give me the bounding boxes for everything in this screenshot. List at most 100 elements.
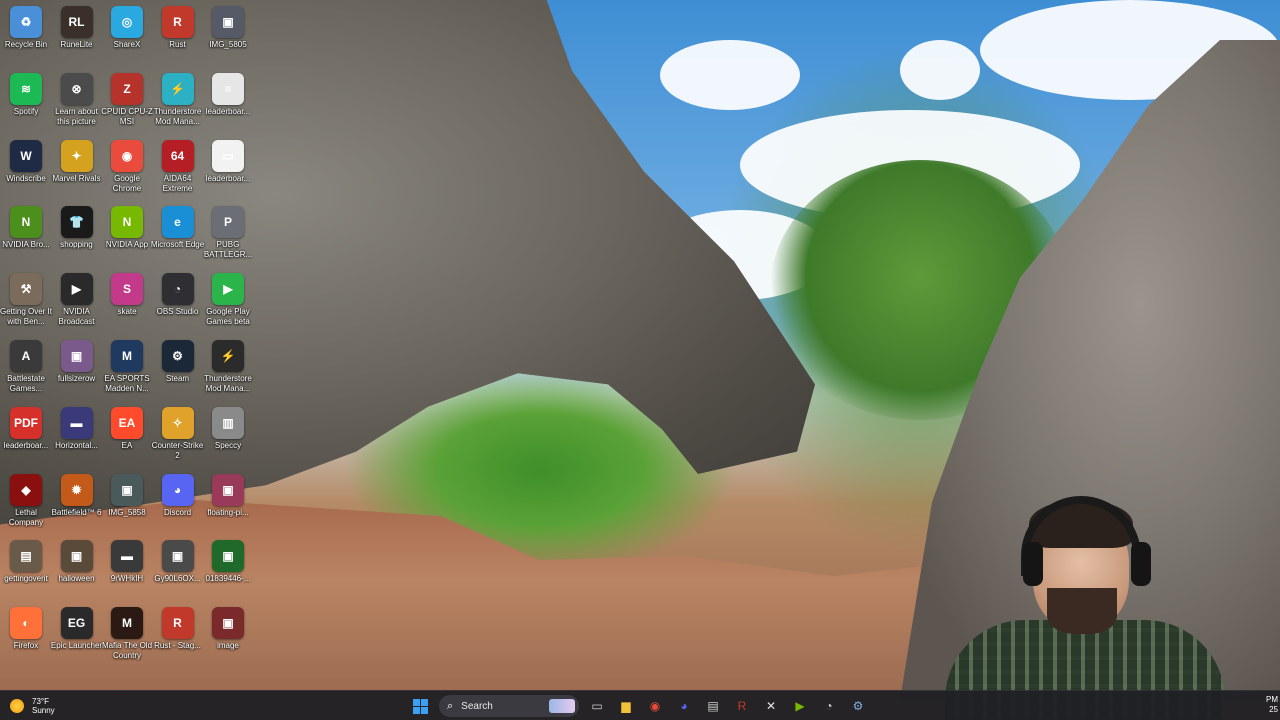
runelite-icon: RL [60, 6, 93, 38]
desktop-icon[interactable]: ▥ Speccy [202, 403, 254, 467]
desktop-icon[interactable]: RL RuneLite [51, 2, 103, 66]
document-icon: ≡ [212, 72, 244, 105]
desktop-icon-label: Discord [163, 507, 192, 517]
desktop-icon[interactable]: ⚡ Thunderstore Mod Mana... [202, 336, 254, 400]
search-input[interactable]: ⌕ Search [439, 695, 579, 717]
desktop-icon[interactable]: ▬ Horizontal... [51, 403, 103, 467]
desktop-icon[interactable]: ▬ 9rWHkIH [101, 536, 153, 600]
image-file-icon: ▣ [161, 540, 194, 573]
system-clock[interactable]: PM 25 [1266, 695, 1278, 715]
desktop-icon-label: leaderboar... [205, 106, 251, 116]
desktop-icon[interactable]: ♻ Recycle Bin [0, 2, 52, 66]
desktop-icon-label: Learn about this picture [55, 106, 98, 126]
discord-icon: ◕ [680, 699, 688, 713]
desktop-icon[interactable]: ◕ Discord [152, 470, 204, 534]
desktop-icon[interactable]: ◔ OBS Studio [152, 269, 204, 333]
desktop-icon[interactable]: ▣ floating-pi... [202, 470, 254, 534]
aida64-icon: 64 [161, 139, 194, 172]
cpuz-icon: Z [111, 72, 143, 105]
desktop-icon[interactable]: EA EA [101, 403, 153, 467]
desktop-icon[interactable]: 👕 shopping [51, 202, 103, 266]
desktop-icon[interactable]: ▣ fullsizerow [51, 336, 103, 400]
desktop-icon[interactable]: ▤ gettingoverit [0, 536, 52, 600]
folder-icon: ▤ [10, 540, 42, 573]
desktop-icon[interactable]: R Rust - Stag... [152, 603, 204, 667]
desktop-icon[interactable]: ▣ IMG_5805 [202, 2, 254, 66]
desktop-icon[interactable]: M Mafia The Old Country [101, 603, 153, 667]
desktop-icon[interactable]: N NVIDIA App [101, 202, 153, 266]
desktop-icon[interactable]: ▣ IMG_5858 [101, 470, 153, 534]
desktop-icon[interactable]: ⚒ Getting Over It with Ben... [0, 269, 52, 333]
desktop-icon[interactable]: ▭ leaderboar... [202, 136, 254, 200]
desktop-icon[interactable]: R Rust [152, 2, 204, 66]
desktop-icon-label: Spotify [13, 106, 39, 116]
desktop-icon[interactable]: N NVIDIA Bro... [0, 202, 52, 266]
taskbar-app-button[interactable]: ▆ [614, 694, 638, 718]
search-placeholder: Search [461, 700, 493, 712]
desktop-icon[interactable]: ⚙ Steam [152, 336, 204, 400]
desktop-icon[interactable]: ▶ Google Play Games beta [202, 269, 254, 333]
desktop-icon[interactable]: ⊗ Learn about this picture [51, 69, 103, 133]
document-icon: ▭ [212, 139, 244, 172]
desktop-icon[interactable]: Sskate [101, 269, 153, 333]
desktop-icon-label: AIDA64 Extreme [162, 173, 193, 193]
desktop-icon[interactable]: ▣ 01839446-... [202, 536, 254, 600]
desktop-icon[interactable]: ≋ Spotify [0, 69, 52, 133]
image-file-icon: ▬ [111, 540, 143, 573]
taskbar-app-button[interactable]: ◕ [672, 694, 696, 718]
marvel-rivals-icon: ✦ [60, 139, 93, 172]
battlefield-icon: ✹ [60, 473, 93, 506]
desktop-icon[interactable]: ▣ Gy90L6OX... [152, 536, 204, 600]
desktop-icon[interactable]: ✹ Battlefield™ 6 [51, 470, 103, 534]
desktop-icon[interactable]: ✦ Marvel Rivals [51, 136, 103, 200]
nvidia-app-icon: N [111, 206, 143, 239]
taskbar-app-button[interactable]: ⚙ [846, 694, 870, 718]
start-button[interactable] [408, 694, 432, 718]
counter-strike-icon: ✧ [161, 406, 194, 439]
desktop-icon[interactable]: ◐ Firefox [0, 603, 52, 667]
taskbar-app-button[interactable]: ▭ [585, 694, 609, 718]
taskbar-app-button[interactable]: R [730, 694, 754, 718]
desktop-icon[interactable]: 64 AIDA64 Extreme [152, 136, 204, 200]
taskbar-app-button[interactable]: ▤ [701, 694, 725, 718]
image-file-icon: ▣ [212, 473, 244, 506]
taskbar-app-button[interactable]: ✕ [759, 694, 783, 718]
getting-over-it-icon: ⚒ [10, 273, 42, 306]
desktop-icon[interactable]: ◎ ShareX [101, 2, 153, 66]
desktop-icon[interactable]: M EA SPORTS Madden N... [101, 336, 153, 400]
webcam-overlay [915, 490, 1235, 720]
desktop-icon[interactable]: ⚡ Thunderstore Mod Mana... [152, 69, 204, 133]
image-file-icon: ▣ [60, 340, 93, 372]
desktop-icon[interactable]: ▶ NVIDIA Broadcast [51, 269, 103, 333]
desktop-icon-label: Horizontal... [55, 440, 98, 450]
desktop-icon[interactable]: ◉ Google Chrome [101, 136, 153, 200]
desktop-icon[interactable]: EG Epic Launcher [51, 603, 103, 667]
desktop-icon-label: Rust [169, 40, 186, 49]
task-view-icon: ▭ [591, 699, 603, 713]
search-icon: ⌕ [447, 699, 454, 712]
desktop-icon-label: NVIDIA App [105, 240, 149, 250]
desktop-icon[interactable]: ▣ halloween [51, 536, 103, 600]
desktop-icon-label: Thunderstore Mod Mana... [204, 374, 252, 393]
desktop-icon[interactable]: ▣ image [202, 603, 254, 667]
taskbar-app-button[interactable]: ◔ [817, 694, 841, 718]
desktop-icon[interactable]: A Battlestate Games... [0, 336, 52, 400]
desktop-icon[interactable]: ✧ Counter-Strike 2 [152, 403, 204, 467]
shopping-icon: 👕 [60, 206, 93, 239]
taskbar-app-button[interactable]: ▶ [788, 694, 812, 718]
desktop-icon[interactable]: P PUBG BATTLEGR... [202, 202, 254, 266]
desktop-icon[interactable]: Z CPUID CPU-Z MSI [101, 69, 153, 133]
weather-widget[interactable]: 73°F Sunny [10, 695, 55, 717]
skate-icon: S [111, 273, 143, 306]
desktop-icon[interactable]: PDF leaderboar... [0, 403, 52, 467]
desktop-icon[interactable]: W Windscribe [0, 136, 52, 200]
desktop-icon-label: Google Play Games beta [206, 307, 250, 327]
desktop-icon[interactable]: e Microsoft Edge [151, 202, 204, 266]
epic-launcher-icon: EG [60, 607, 93, 640]
desktop-icon-grid: ♻ Recycle Bin RL RuneLite ◎ ShareX R Rust ▣ IMG_5… [0, 0, 260, 690]
desktop-icon[interactable]: ≡ leaderboar... [202, 69, 254, 133]
taskbar-app-button[interactable]: ◉ [643, 694, 667, 718]
desktop-icon[interactable]: ◆ Lethal Company [0, 470, 52, 534]
desktop-icon-label: Firefox [13, 641, 39, 651]
spotify-icon: ≋ [10, 72, 42, 105]
